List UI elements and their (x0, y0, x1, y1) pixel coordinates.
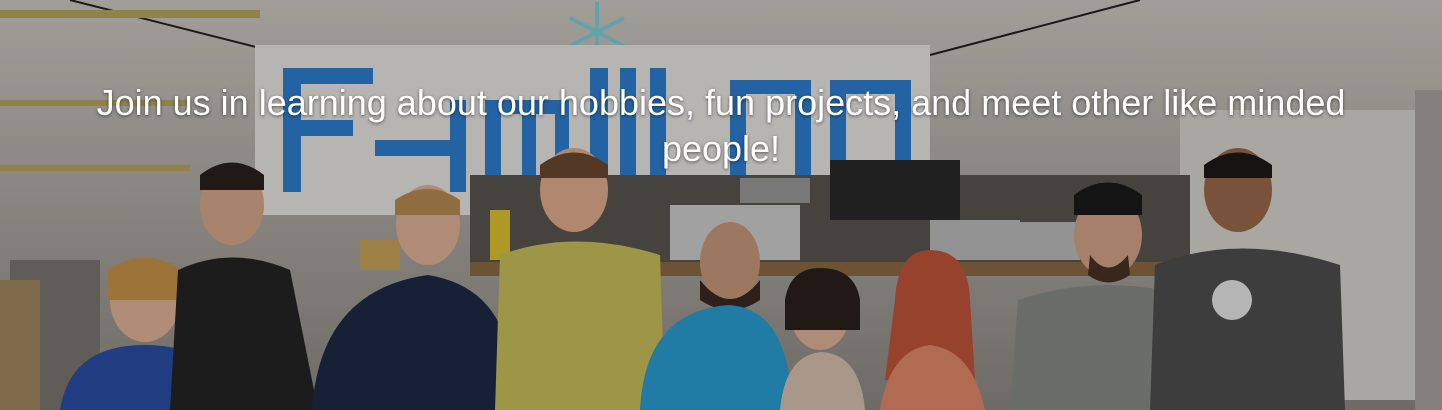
hero-headline: Join us in learning about our hobbies, f… (96, 82, 1346, 169)
hero-banner: Join us in learning about our hobbies, f… (0, 0, 1442, 410)
dark-overlay (0, 0, 1442, 410)
